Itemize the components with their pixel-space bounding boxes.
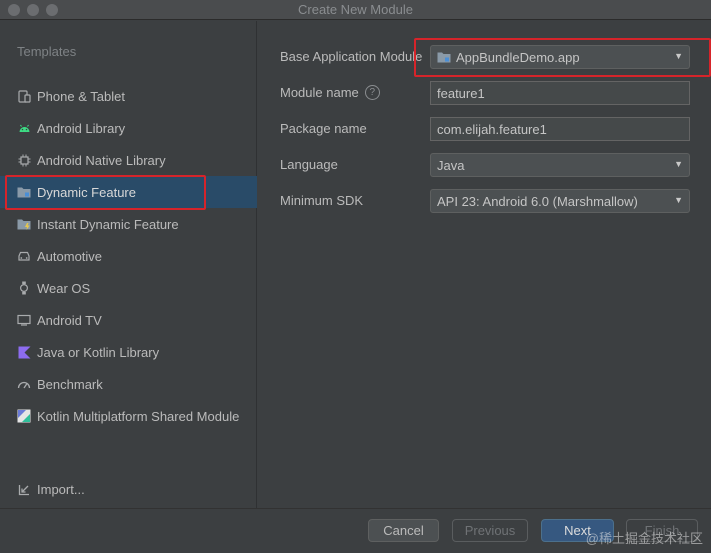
import-module-link[interactable]: Import... xyxy=(0,473,257,505)
template-label: Android Library xyxy=(37,120,126,136)
chevron-down-icon: ▼ xyxy=(674,159,683,169)
car-icon xyxy=(17,249,31,263)
watermark: @稀土掘金技术社区 xyxy=(585,531,703,546)
dialog-footer: Cancel Previous Next Finish @稀土掘金技术社区 xyxy=(0,508,711,553)
title-bar: Create New Module xyxy=(0,0,711,20)
module-name-label: Module name ? xyxy=(280,85,380,100)
template-label: Automotive xyxy=(37,248,103,264)
package-name-input[interactable] xyxy=(430,117,690,141)
module-folder-icon xyxy=(437,51,451,63)
template-java-kotlin-library[interactable]: Java or Kotlin Library xyxy=(0,336,257,368)
kotlin-icon xyxy=(17,345,31,359)
template-automotive[interactable]: Automotive xyxy=(0,240,257,272)
template-label: Dynamic Feature xyxy=(37,184,136,200)
native-library-icon xyxy=(17,153,31,167)
template-label: Benchmark xyxy=(37,376,103,392)
template-label: Java or Kotlin Library xyxy=(37,344,160,360)
window-title: Create New Module xyxy=(298,2,413,17)
base-module-label: Base Application Module xyxy=(280,49,423,64)
import-label: Import... xyxy=(37,481,85,497)
template-android-tv[interactable]: Android TV xyxy=(0,304,257,336)
import-icon xyxy=(17,482,31,496)
package-name-label: Package name xyxy=(280,121,367,136)
help-icon[interactable]: ? xyxy=(364,85,380,100)
cancel-button[interactable]: Cancel xyxy=(368,519,439,542)
templates-heading: Templates xyxy=(17,44,77,59)
template-benchmark[interactable]: Benchmark xyxy=(0,368,257,400)
template-dynamic-feature[interactable]: Dynamic Feature xyxy=(0,176,257,208)
language-select[interactable]: Java ▼ xyxy=(430,153,690,177)
module-name-label-text: Module name xyxy=(280,85,359,100)
phone-tablet-icon xyxy=(17,89,31,103)
template-kotlin-multiplatform[interactable]: Kotlin Multiplatform Shared Module xyxy=(0,400,257,432)
template-label: Instant Dynamic Feature xyxy=(37,216,179,232)
template-android-library[interactable]: Android Library xyxy=(0,112,257,144)
chevron-down-icon: ▼ xyxy=(674,51,683,61)
language-value: Java xyxy=(437,157,465,173)
min-sdk-label: Minimum SDK xyxy=(280,193,364,208)
previous-button[interactable]: Previous xyxy=(452,519,528,542)
tv-icon xyxy=(17,313,31,327)
template-label: Kotlin Multiplatform Shared Module xyxy=(37,408,240,424)
watch-icon xyxy=(17,281,31,295)
min-sdk-select[interactable]: API 23: Android 6.0 (Marshmallow) ▼ xyxy=(430,189,690,213)
template-label: Wear OS xyxy=(37,280,91,296)
chevron-down-icon: ▼ xyxy=(674,195,683,205)
folder-icon xyxy=(17,185,31,199)
instant-feature-icon xyxy=(17,217,31,231)
template-wear-os[interactable]: Wear OS xyxy=(0,272,257,304)
template-label: Phone & Tablet xyxy=(37,88,125,104)
gauge-icon xyxy=(17,377,31,391)
template-phone-tablet[interactable]: Phone & Tablet xyxy=(0,80,257,112)
base-module-combo[interactable]: AppBundleDemo.app ▼ xyxy=(430,45,690,69)
template-android-native-library[interactable]: Android Native Library xyxy=(0,144,257,176)
kotlin-multiplatform-icon xyxy=(17,409,31,423)
base-module-value: AppBundleDemo.app xyxy=(456,49,580,65)
template-label: Android TV xyxy=(37,312,102,328)
template-label: Android Native Library xyxy=(37,152,166,168)
template-instant-dynamic-feature[interactable]: Instant Dynamic Feature xyxy=(0,208,257,240)
android-icon xyxy=(17,121,31,135)
min-sdk-value: API 23: Android 6.0 (Marshmallow) xyxy=(437,193,638,209)
templates-sidebar: Templates Phone & Tablet Android Library… xyxy=(0,21,257,508)
module-name-input[interactable] xyxy=(430,81,690,105)
language-label: Language xyxy=(280,157,338,172)
